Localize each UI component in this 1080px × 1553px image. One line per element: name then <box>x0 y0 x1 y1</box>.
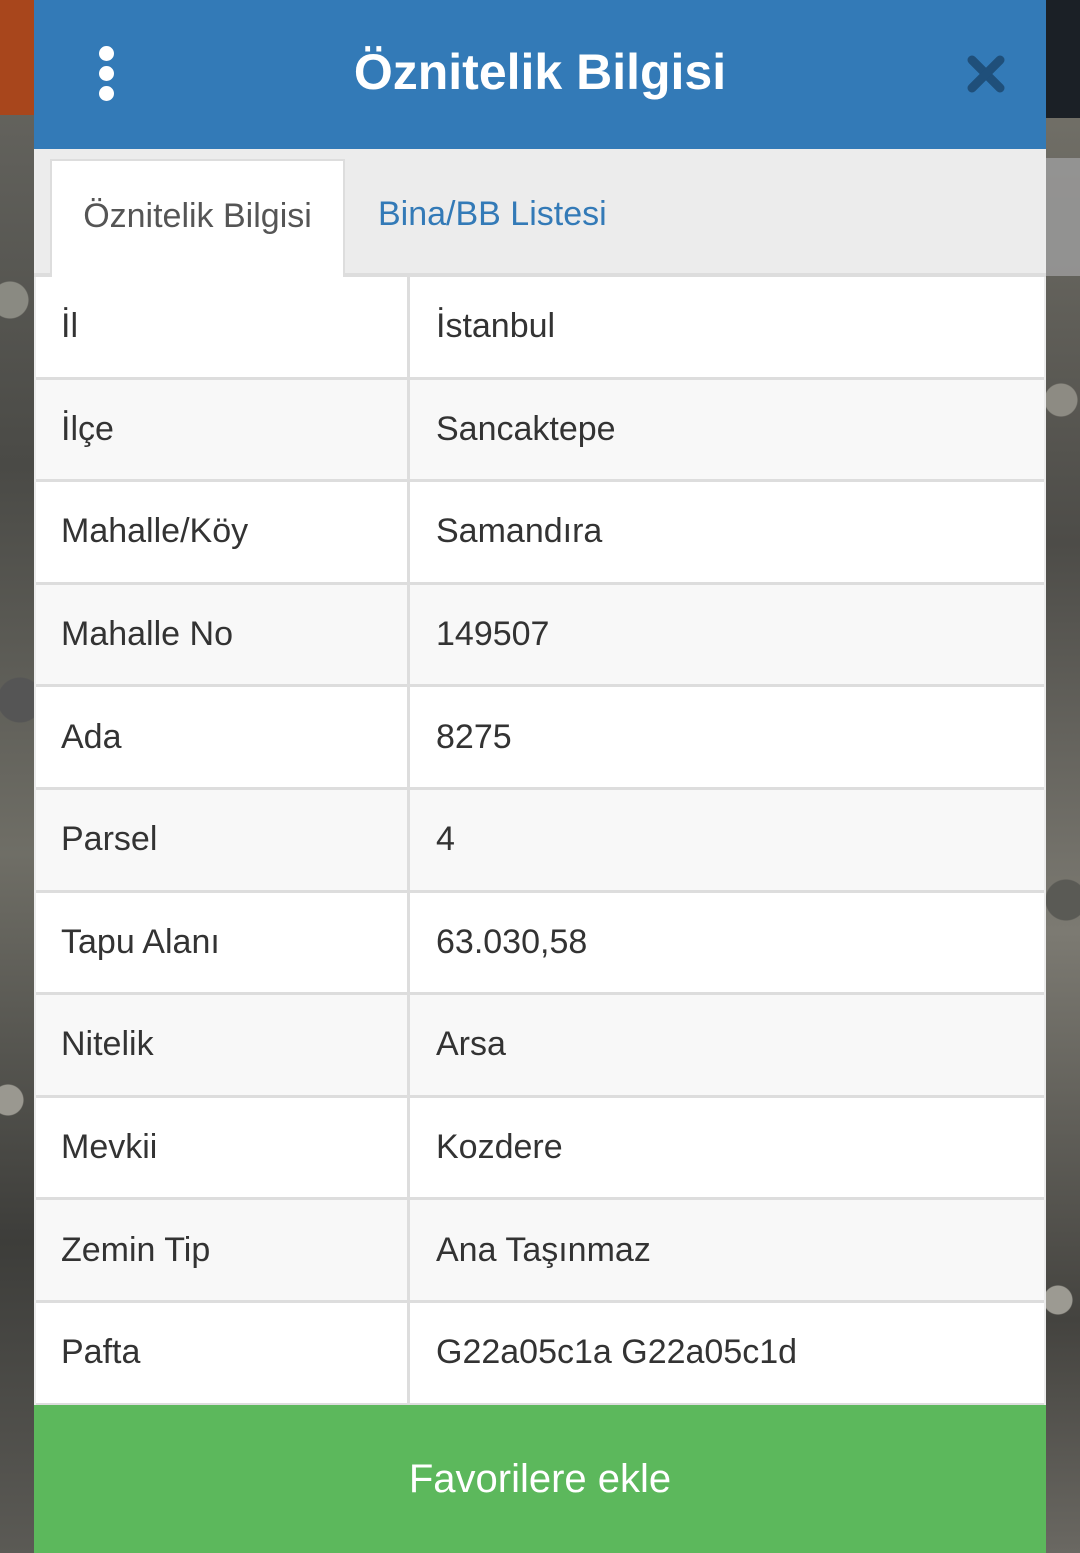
attribute-label: Mahalle/Köy <box>36 482 410 582</box>
attribute-value: 4 <box>436 820 455 859</box>
attribute-table: İl İstanbul İlçe Sancaktepe Mahalle/Köy Saman… <box>36 277 1044 1406</box>
panel-header: Öznitelik Bilgisi <box>34 0 1046 149</box>
tab-attribute-info[interactable]: Öznitelik Bilgisi <box>50 159 345 277</box>
map-left-strip[interactable] <box>0 0 34 1553</box>
tab-bar: Öznitelik Bilgisi Bina/BB Listesi <box>34 149 1046 277</box>
attribute-value: 149507 <box>436 615 550 654</box>
table-row: İl İstanbul <box>36 277 1044 380</box>
attribute-label: Parsel <box>36 789 410 890</box>
map-left-top-strip <box>0 0 34 115</box>
add-to-favorites-button[interactable]: Favorilere ekle <box>34 1405 1046 1553</box>
attribute-value: Samandıra <box>436 512 603 551</box>
map-right-top-strip <box>1046 0 1080 118</box>
close-icon[interactable] <box>966 54 1006 94</box>
attribute-value: Kozdere <box>436 1128 563 1167</box>
attribute-value: 63.030,58 <box>436 922 588 961</box>
scrollbar-thumb[interactable] <box>1046 158 1080 276</box>
attribute-panel: Öznitelik Bilgisi Öznitelik Bilgisi Bina… <box>34 0 1046 1553</box>
attribute-label: Mahalle No <box>36 584 410 685</box>
attribute-value: 8275 <box>436 717 512 756</box>
attribute-label: İl <box>36 277 410 377</box>
table-row: Parsel 4 <box>36 789 1044 893</box>
table-row: Mahalle/Köy Samandıra <box>36 482 1044 585</box>
table-row: Ada 8275 <box>36 687 1044 790</box>
panel-title: Öznitelik Bilgisi <box>353 44 727 100</box>
table-row: Tapu Alanı 63.030,58 <box>36 892 1044 996</box>
table-row: Mevkii Kozdere <box>36 1097 1044 1201</box>
attribute-label: Mevkii <box>36 1097 410 1198</box>
attribute-value: Arsa <box>436 1025 506 1064</box>
table-row: Mahalle No 149507 <box>36 584 1044 688</box>
attribute-value: G22a05c1a G22a05c1d <box>436 1333 798 1372</box>
table-row: İlçe Sancaktepe <box>36 379 1044 483</box>
attribute-value: Ana Taşınmaz <box>436 1230 651 1269</box>
table-row: Nitelik Arsa <box>36 995 1044 1098</box>
tab-building-list[interactable]: Bina/BB Listesi <box>378 159 607 269</box>
table-row: Pafta G22a05c1a G22a05c1d <box>36 1302 1044 1406</box>
attribute-label: Pafta <box>36 1302 410 1403</box>
attribute-label: Ada <box>36 687 410 787</box>
attribute-value: Sancaktepe <box>436 409 616 448</box>
attribute-label: Zemin Tip <box>36 1200 410 1300</box>
attribute-value: İstanbul <box>436 307 556 346</box>
attribute-label: Tapu Alanı <box>36 892 410 993</box>
table-row: Zemin Tip Ana Taşınmaz <box>36 1200 1044 1303</box>
attribute-label: İlçe <box>36 379 410 480</box>
attribute-label: Nitelik <box>36 995 410 1095</box>
